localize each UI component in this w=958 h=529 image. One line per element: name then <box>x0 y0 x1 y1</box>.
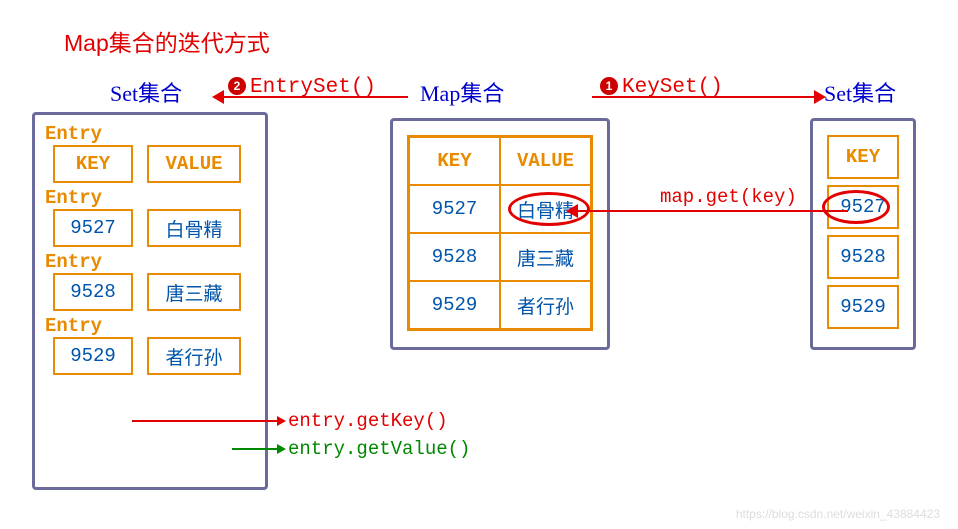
map-label-center: Map集合 <box>420 76 504 108</box>
entry-key-cell: 9527 <box>53 209 133 247</box>
mapget-label: map.get(key) <box>660 186 797 208</box>
map-value-cell: 者行孙 <box>500 281 591 329</box>
badge-1: 1 <box>600 77 618 95</box>
map-panel: KEY VALUE 9527 白骨精 9528 唐三藏 9529 者行孙 <box>390 118 610 350</box>
entry-label: Entry <box>45 123 255 145</box>
map-value-cell: 唐三藏 <box>500 233 591 281</box>
entry-row: 9529 者行孙 <box>45 337 255 375</box>
keyset-header: KEY <box>827 135 899 179</box>
map-key-cell: 9529 <box>409 281 500 329</box>
keyset-panel: KEY 9527 9528 9529 <box>810 118 916 350</box>
entry-row: 9528 唐三藏 <box>45 273 255 311</box>
entry-row: 9527 白骨精 <box>45 209 255 247</box>
watermark: https://blog.csdn.net/weixin_43884423 <box>736 507 940 521</box>
entry-value-header: VALUE <box>147 145 241 183</box>
badge-2: 2 <box>228 77 246 95</box>
map-key-header: KEY <box>409 137 500 185</box>
map-key-cell: 9528 <box>409 233 500 281</box>
map-key-cell: 9527 <box>409 185 500 233</box>
keyset-cell: 9528 <box>827 235 899 279</box>
diagram-title: Map集合的迭代方式 <box>64 24 270 58</box>
entry-key-header: KEY <box>53 145 133 183</box>
getvalue-label: entry.getValue() <box>288 438 470 460</box>
getvalue-arrow <box>232 448 278 450</box>
keyset-cell: 9527 <box>827 185 899 229</box>
map-grid: KEY VALUE 9527 白骨精 9528 唐三藏 9529 者行孙 <box>407 135 593 331</box>
getkey-arrow <box>132 420 278 422</box>
set-label-right: Set集合 <box>824 76 896 108</box>
entryset-label: 2EntrySet() <box>228 76 376 99</box>
set-label-left: Set集合 <box>110 76 182 108</box>
entry-header-row: KEY VALUE <box>45 145 255 183</box>
entry-value-cell: 唐三藏 <box>147 273 241 311</box>
mapget-arrow <box>576 210 848 212</box>
entry-value-cell: 者行孙 <box>147 337 241 375</box>
entryset-panel: Entry KEY VALUE Entry 9527 白骨精 Entry 952… <box>32 112 268 490</box>
entry-label: Entry <box>45 187 255 209</box>
keyset-cell: 9529 <box>827 285 899 329</box>
entry-label: Entry <box>45 251 255 273</box>
entry-key-cell: 9529 <box>53 337 133 375</box>
map-value-header: VALUE <box>500 137 591 185</box>
entry-key-cell: 9528 <box>53 273 133 311</box>
entry-label: Entry <box>45 315 255 337</box>
keyset-label: 1KeySet() <box>600 76 723 99</box>
getkey-label: entry.getKey() <box>288 410 448 432</box>
entry-value-cell: 白骨精 <box>147 209 241 247</box>
